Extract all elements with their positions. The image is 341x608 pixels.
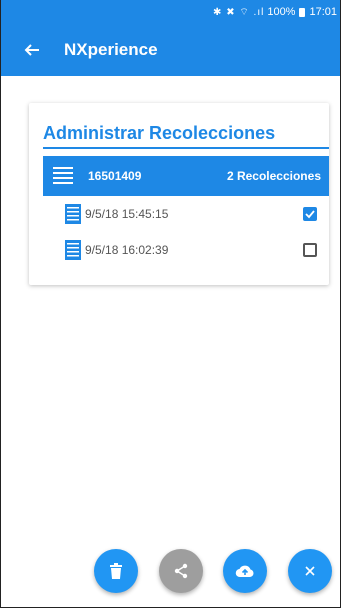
app-bar: NXperience [0,24,341,76]
check-icon [305,210,315,219]
entry-date: 9/5/18 15:45:15 [85,207,169,221]
battery-icon [299,7,306,17]
upload-button[interactable] [223,549,267,593]
share-button[interactable] [159,549,203,593]
close-icon [305,566,315,576]
arrow-left-icon [24,44,39,56]
status-bar: ✱ ✖ ⌔ .ıl 100% 17:01 [0,0,341,24]
title-divider [43,147,329,149]
collections-card: Administrar Recolecciones 16501409 2 Rec… [29,103,329,285]
group-id: 16501409 [88,169,142,183]
list-icon [53,167,73,184]
list-item[interactable]: 9/5/18 16:02:39 [65,237,329,263]
close-button[interactable] [288,549,332,593]
status-time: 17:01 [309,6,337,18]
delete-button[interactable] [94,549,138,593]
app-title: NXperience [64,40,158,59]
back-button[interactable] [8,24,56,76]
card-title: Administrar Recolecciones [43,123,276,143]
battery-percent: 100% [267,6,296,18]
trash-icon [110,563,122,579]
entry-checkbox[interactable] [303,207,317,221]
document-icon [65,240,81,260]
collection-group-header[interactable]: 16501409 2 Recolecciones [43,156,329,196]
entry-date: 9/5/18 16:02:39 [85,243,169,257]
list-item[interactable]: 9/5/18 15:45:15 [65,201,329,227]
cloud-upload-icon [235,565,254,578]
document-icon [65,204,81,224]
screen-frame [0,0,341,608]
group-count: 2 Recolecciones [226,169,321,183]
status-icons: ✱ ✖ ⌔ .ıl [213,6,265,18]
share-icon [174,563,188,579]
entry-checkbox[interactable] [303,243,317,257]
